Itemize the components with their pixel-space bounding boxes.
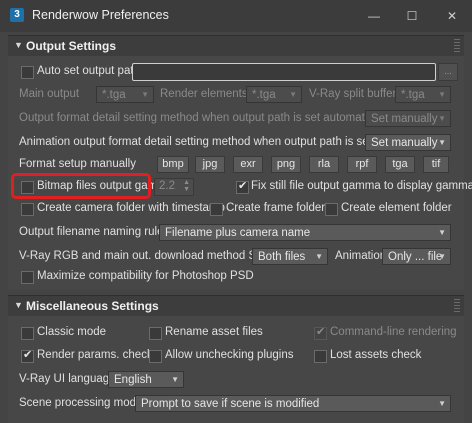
format-button-jpg[interactable]: jpg	[195, 156, 225, 173]
format-button-tga[interactable]: tga	[385, 156, 415, 173]
main-output-dropdown[interactable]: *.tga ▼	[96, 86, 154, 103]
still-method-dropdown[interactable]: Both files ▼	[252, 248, 328, 265]
grip-icon[interactable]	[454, 299, 460, 313]
fix-still-gamma-label: Fix still file output gamma to display g…	[251, 180, 472, 192]
animation-format-method-value: Set manually	[371, 137, 438, 149]
create-element-folder-checkbox[interactable]	[325, 203, 338, 216]
auto-format-method-label: Output format detail setting method when…	[19, 112, 391, 124]
vray-split-buffer-label: V-Ray split buffer	[309, 88, 397, 100]
chevron-down-icon: ▼	[171, 375, 179, 384]
maximize-button[interactable]: ☐	[402, 6, 422, 26]
max-compat-checkbox[interactable]	[21, 271, 34, 284]
format-button-tif[interactable]: tif	[423, 156, 449, 173]
allow-unchecking-plugins-label: Allow unchecking plugins	[165, 349, 294, 361]
format-button-rpf[interactable]: rpf	[347, 156, 377, 173]
ui-language-label: V-Ray UI language	[19, 373, 116, 385]
bitmap-gamma-spinner[interactable]: 2.2 ▲ ▼	[154, 178, 194, 196]
animation-format-method-dropdown[interactable]: Set manually ▼	[365, 134, 451, 151]
still-method-value: Both files	[258, 251, 306, 263]
ui-language-value: English	[114, 374, 152, 386]
classic-mode-checkbox[interactable]	[21, 327, 34, 340]
format-button-png[interactable]: png	[271, 156, 301, 173]
create-camera-folder-checkbox[interactable]	[21, 203, 34, 216]
lost-assets-check-checkbox[interactable]	[314, 350, 327, 363]
render-params-check-label: Render params. check	[37, 349, 153, 361]
checkmark-icon: ✔	[23, 349, 33, 361]
output-settings-header[interactable]: ▼ Output Settings	[8, 36, 464, 56]
browse-button[interactable]: ...	[438, 63, 458, 81]
chevron-down-icon: ▼	[141, 90, 149, 99]
chevron-down-icon: ▼	[438, 228, 446, 237]
chevron-down-icon: ▼	[438, 90, 446, 99]
vray-split-buffer-dropdown[interactable]: *.tga ▼	[395, 86, 451, 103]
fix-still-gamma-checkbox[interactable]: ✔	[236, 180, 249, 194]
chevron-down-icon: ▼	[438, 138, 446, 147]
output-settings-title: Output Settings	[26, 39, 116, 53]
scene-modes-label: Scene processing modes	[19, 397, 149, 409]
format-button-rla[interactable]: rla	[309, 156, 339, 173]
render-elements-value: *.tga	[252, 89, 276, 101]
command-line-rendering-checkbox[interactable]: ✔	[314, 326, 327, 340]
render-elements-label: Render elements	[160, 88, 248, 100]
animation-method-dropdown[interactable]: Only ... file ▼	[382, 248, 451, 265]
naming-rule-dropdown[interactable]: Filename plus camera name ▼	[159, 224, 451, 241]
chevron-down-icon: ▼	[315, 252, 323, 261]
scene-modes-dropdown[interactable]: Prompt to save if scene is modified ▼	[135, 395, 451, 412]
highlight-box	[11, 173, 151, 199]
app-icon: 3	[10, 8, 24, 22]
chevron-down-icon: ▼	[289, 90, 297, 99]
collapse-arrow-icon: ▼	[14, 40, 23, 50]
title-bar: 3 Renderwow Preferences — ☐ ✕	[0, 0, 472, 32]
classic-mode-label: Classic mode	[37, 326, 107, 338]
format-setup-label: Format setup manually	[19, 158, 136, 170]
allow-unchecking-plugins-checkbox[interactable]	[149, 350, 162, 363]
main-output-value: *.tga	[102, 89, 126, 101]
chevron-down-icon: ▼	[438, 114, 446, 123]
auto-set-output-path-checkbox[interactable]	[21, 66, 34, 79]
ui-language-dropdown[interactable]: English ▼	[108, 371, 184, 388]
render-elements-dropdown[interactable]: *.tga ▼	[246, 86, 302, 103]
naming-rule-label: Output filename naming rule	[19, 226, 164, 238]
create-frame-folder-label: Create frame folder	[226, 202, 326, 214]
create-camera-folder-label: Create camera folder with timestamp	[37, 202, 225, 214]
create-frame-folder-checkbox[interactable]	[210, 203, 223, 216]
auto-set-output-path-label: Auto set output path	[37, 65, 140, 77]
chevron-down-icon: ▼	[438, 252, 446, 261]
rename-asset-files-label: Rename asset files	[165, 326, 263, 338]
auto-format-method-value: Set manually	[371, 113, 438, 125]
animation-format-method-label: Animation output format detail setting m…	[19, 136, 413, 148]
checkmark-icon: ✔	[238, 180, 248, 192]
close-button[interactable]: ✕	[442, 6, 462, 26]
main-output-label: Main output	[19, 88, 80, 100]
vray-split-buffer-value: *.tga	[401, 89, 425, 101]
auto-format-method-dropdown[interactable]: Set manually ▼	[365, 110, 451, 127]
minimize-button[interactable]: —	[364, 6, 384, 26]
animation-method-value: Only ... file	[388, 251, 443, 263]
bitmap-gamma-value: 2.2	[159, 180, 175, 192]
format-button-bmp[interactable]: bmp	[157, 156, 189, 173]
checkmark-icon: ✔	[316, 326, 326, 338]
window-title: Renderwow Preferences	[32, 8, 169, 22]
animation-method-label: Animation	[335, 250, 387, 262]
download-method-label: V-Ray RGB and main out. download method …	[19, 250, 268, 262]
naming-rule-value: Filename plus camera name	[165, 227, 311, 239]
chevron-down-icon: ▼	[438, 399, 446, 408]
grip-icon[interactable]	[454, 39, 460, 53]
create-element-folder-label: Create element folder	[341, 202, 452, 214]
format-button-exr[interactable]: exr	[233, 156, 263, 173]
scene-modes-value: Prompt to save if scene is modified	[141, 398, 320, 410]
output-path-input[interactable]	[132, 63, 436, 81]
max-compat-label: Maximize compatibility for Photoshop PSD	[37, 270, 254, 282]
misc-settings-title: Miscellaneous Settings	[26, 299, 159, 313]
command-line-rendering-label: Command-line rendering	[330, 326, 457, 338]
lost-assets-check-label: Lost assets check	[330, 349, 422, 361]
rename-asset-files-checkbox[interactable]	[149, 327, 162, 340]
collapse-arrow-icon: ▼	[14, 300, 23, 310]
misc-settings-header[interactable]: ▼ Miscellaneous Settings	[8, 296, 464, 316]
render-params-check-checkbox[interactable]: ✔	[21, 349, 34, 363]
format-buttons-group: bmp jpg exr png rla rpf tga tif	[157, 156, 449, 173]
spinner-arrows-icon: ▲ ▼	[183, 179, 190, 193]
